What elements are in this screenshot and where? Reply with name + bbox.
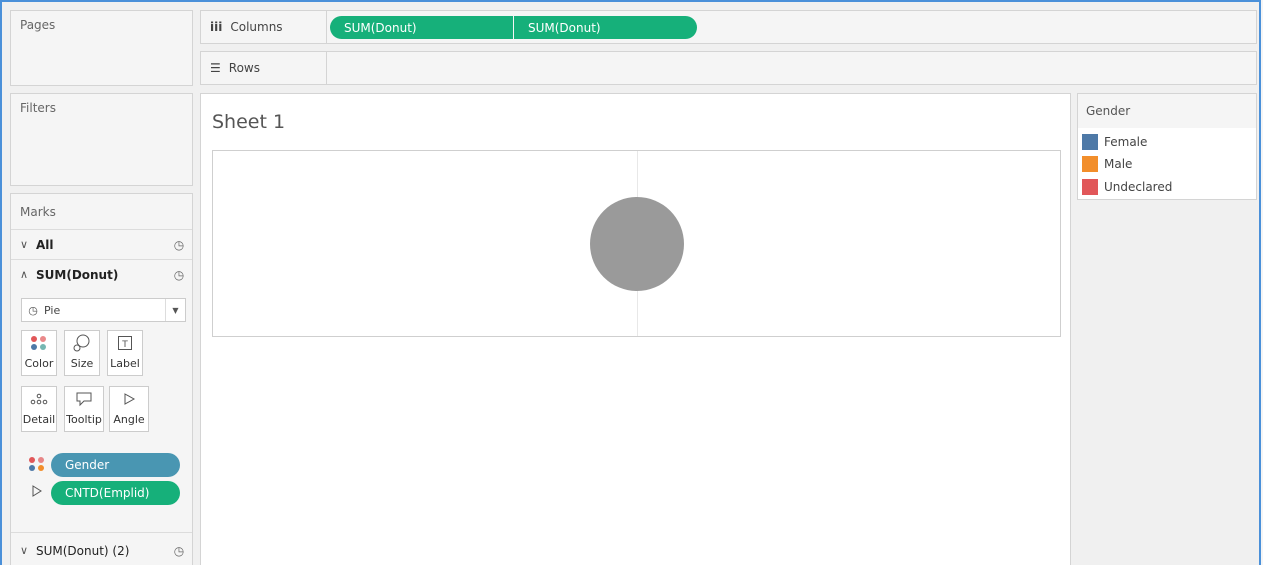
- columns-shelf[interactable]: ⅰⅰⅰ Columns SUM(Donut) SUM(Donut): [200, 10, 1257, 44]
- rows-shelf-label: ☰ Rows: [201, 52, 327, 84]
- column-pill-label: SUM(Donut): [344, 20, 417, 35]
- tooltip-icon: [75, 389, 93, 409]
- marks-card: Marks ∨ All ◷ ∧ SUM(Donut) ◷ ◷ Pie ▼ Col…: [10, 193, 193, 565]
- legend-item-undeclared[interactable]: Undeclared: [1082, 179, 1172, 195]
- color-dots-icon: [29, 457, 45, 471]
- angle-button-label: Angle: [113, 413, 145, 426]
- color-button[interactable]: Color: [21, 330, 57, 376]
- label-icon: T: [117, 333, 133, 353]
- marks-all-label: All: [36, 237, 54, 252]
- marks-active-label: SUM(Donut): [36, 267, 119, 282]
- marks-active-row[interactable]: ∧ SUM(Donut) ◷: [11, 259, 192, 289]
- gender-pill-label: Gender: [65, 458, 110, 472]
- cntd-emplid-pill[interactable]: CNTD(Emplid): [51, 481, 180, 505]
- cntd-emplid-pill-label: CNTD(Emplid): [65, 486, 150, 500]
- plot-area[interactable]: [212, 150, 1061, 337]
- detail-button[interactable]: Detail: [21, 386, 57, 432]
- worksheet-view: Sheet 1: [200, 93, 1071, 565]
- size-button[interactable]: Size: [64, 330, 100, 376]
- marks-second-row[interactable]: ∨ SUM(Donut) (2) ◷: [11, 532, 192, 565]
- legend-item-label: Female: [1104, 135, 1148, 149]
- tooltip-button[interactable]: Tooltip: [64, 386, 104, 432]
- columns-shelf-label: ⅰⅰⅰ Columns: [201, 11, 327, 43]
- angle-button[interactable]: Angle: [109, 386, 149, 432]
- marks-all-row[interactable]: ∨ All ◷: [11, 229, 192, 259]
- filters-title: Filters: [20, 101, 56, 115]
- rows-icon: ☰: [210, 61, 221, 75]
- marks-title: Marks: [20, 205, 56, 219]
- pie-mark[interactable]: [590, 197, 684, 291]
- angle-icon: [31, 484, 43, 501]
- chevron-up-icon: ∧: [20, 268, 29, 281]
- svg-text:T: T: [121, 340, 128, 350]
- pie-icon: ◷: [28, 303, 38, 317]
- size-icon: [73, 333, 91, 353]
- legend-title: Gender: [1078, 94, 1256, 128]
- label-button[interactable]: T Label: [107, 330, 143, 376]
- workspace-frame: Pages Filters Marks ∨ All ◷ ∧ SUM(Donut)…: [0, 0, 1261, 565]
- columns-label-text: Columns: [230, 20, 283, 34]
- color-button-label: Color: [24, 357, 54, 370]
- legend-item-label: Male: [1104, 157, 1133, 171]
- column-pill-sum-donut-1[interactable]: SUM(Donut): [330, 16, 513, 39]
- chevron-down-icon: ∨: [20, 544, 29, 557]
- dropdown-arrow-icon: ▼: [165, 299, 185, 321]
- rows-label-text: Rows: [228, 61, 260, 75]
- rows-shelf[interactable]: ☰ Rows: [200, 51, 1257, 85]
- legend-item-label: Undeclared: [1104, 180, 1173, 194]
- legend-swatch: [1082, 134, 1098, 150]
- column-pill-label: SUM(Donut): [528, 20, 601, 35]
- tooltip-button-label: Tooltip: [66, 413, 102, 426]
- label-button-label: Label: [110, 357, 140, 370]
- filters-card[interactable]: Filters: [10, 93, 193, 186]
- pie-icon: ◷: [173, 543, 185, 558]
- pages-title: Pages: [20, 18, 56, 32]
- legend-swatch: [1082, 156, 1098, 172]
- color-icon: [31, 333, 47, 353]
- gender-legend[interactable]: Gender Female Male Undeclared: [1077, 93, 1257, 200]
- column-pill-sum-donut-2[interactable]: SUM(Donut): [514, 16, 697, 39]
- gender-pill[interactable]: Gender: [51, 453, 180, 477]
- legend-item-male[interactable]: Male: [1082, 156, 1132, 172]
- columns-icon: ⅰⅰⅰ: [210, 20, 223, 34]
- mark-type-value: Pie: [44, 303, 61, 317]
- detail-button-label: Detail: [22, 413, 56, 426]
- mark-type-dropdown[interactable]: ◷ Pie ▼: [21, 298, 186, 322]
- size-button-label: Size: [70, 357, 94, 370]
- sheet-title[interactable]: Sheet 1: [212, 111, 285, 133]
- pie-icon: ◷: [173, 267, 185, 282]
- marks-second-label: SUM(Donut) (2): [36, 543, 130, 558]
- legend-swatch: [1082, 179, 1098, 195]
- detail-icon: [30, 389, 48, 409]
- pages-card[interactable]: Pages: [10, 10, 193, 86]
- legend-item-female[interactable]: Female: [1082, 134, 1147, 150]
- chevron-down-icon: ∨: [20, 238, 29, 251]
- pie-icon: ◷: [173, 237, 185, 252]
- angle-icon: [122, 389, 136, 409]
